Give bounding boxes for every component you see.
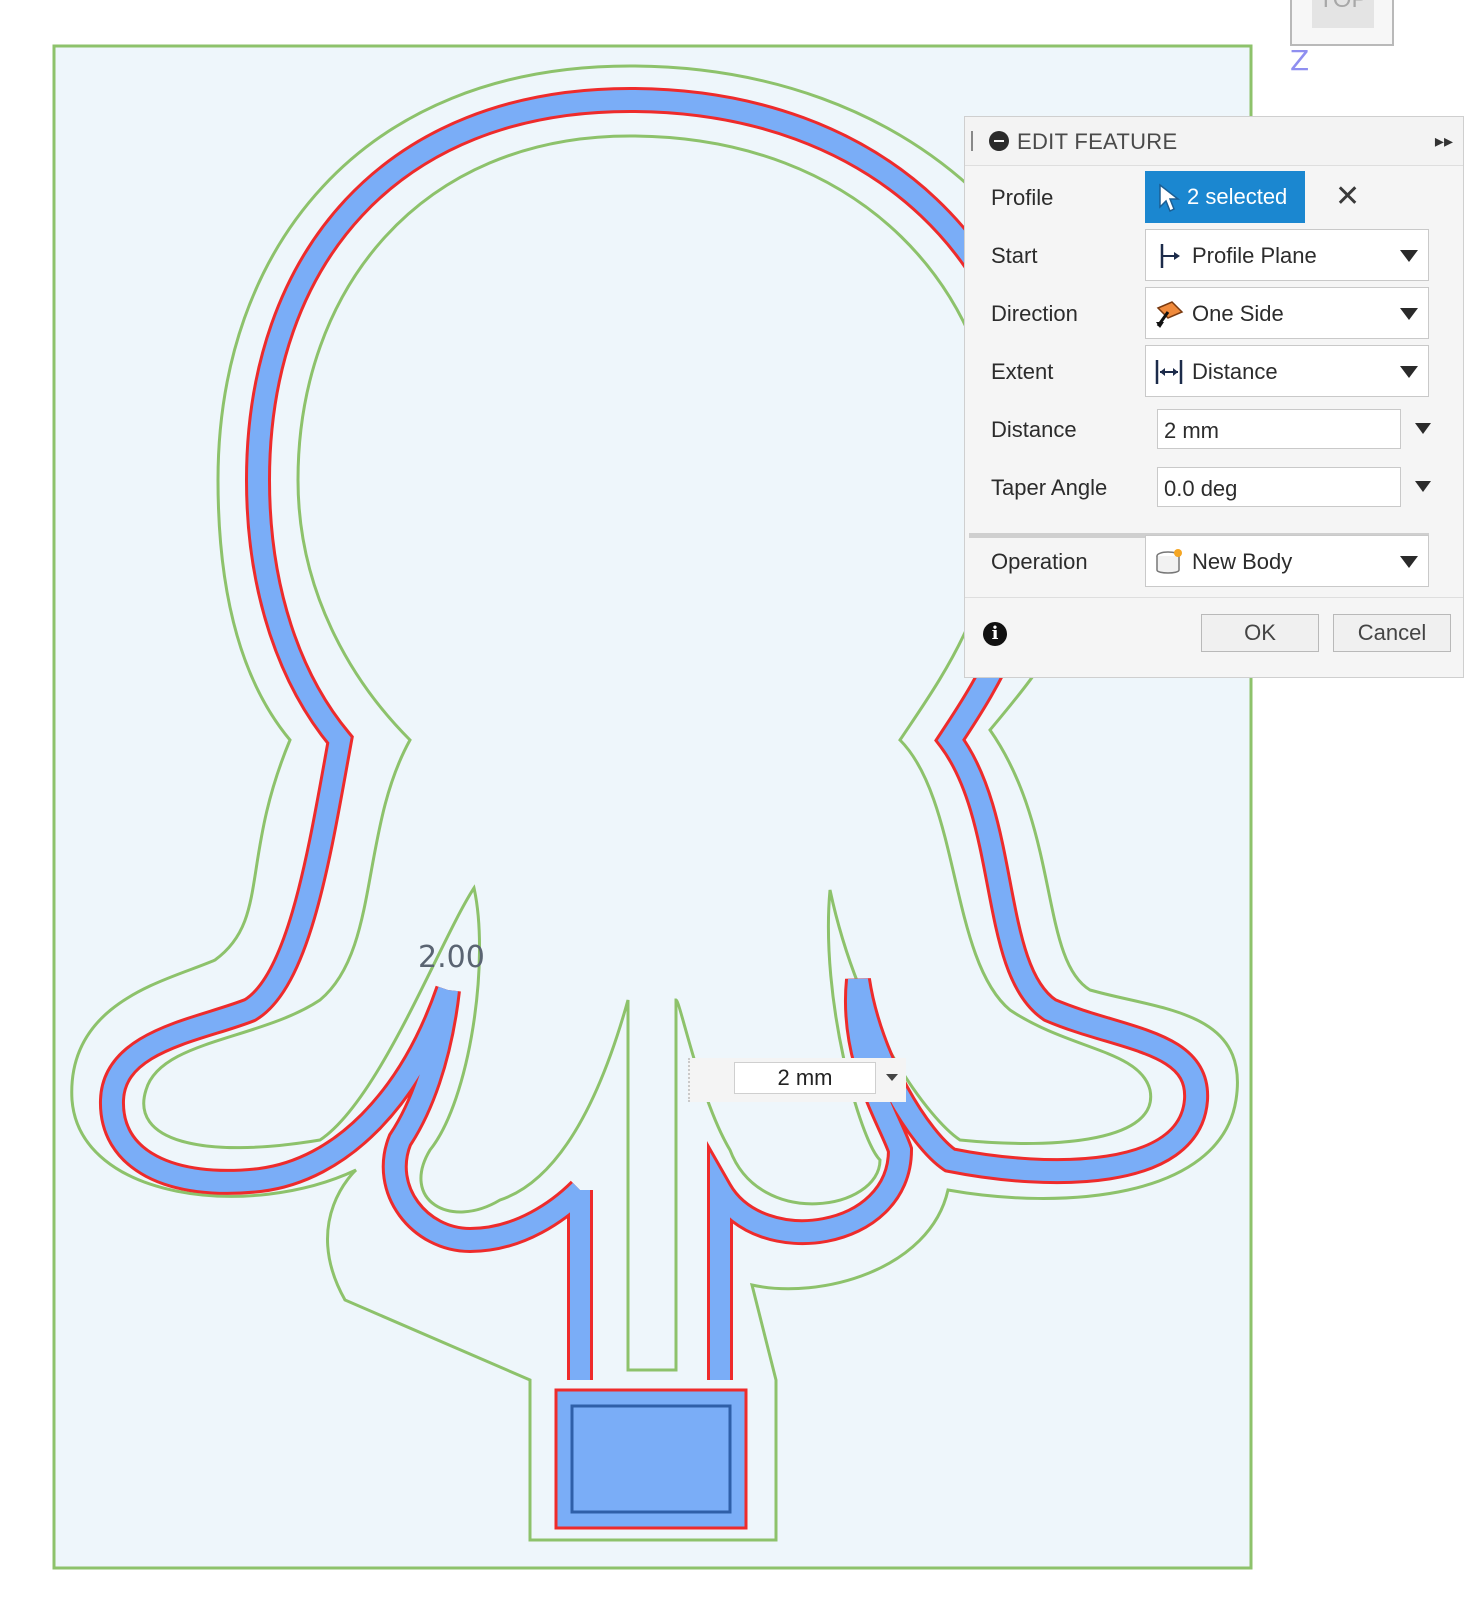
dialog-header[interactable]: EDIT FEATURE ▸▸ xyxy=(965,117,1463,166)
base-block-profile[interactable] xyxy=(554,1388,748,1530)
profile-selection-count: 2 selected xyxy=(1187,184,1288,209)
extent-row: Extent Distance xyxy=(965,345,1463,397)
chevron-down-icon xyxy=(1400,556,1418,568)
profile-selection-button[interactable]: 2 selected xyxy=(1145,171,1305,223)
chevron-down-icon xyxy=(1400,250,1418,262)
operation-label: Operation xyxy=(991,549,1088,574)
start-dropdown[interactable]: Profile Plane xyxy=(1145,229,1429,281)
distance-dropdown-icon[interactable] xyxy=(1415,423,1431,434)
inline-distance-dropdown-icon[interactable] xyxy=(886,1074,898,1081)
cancel-button[interactable]: Cancel xyxy=(1333,614,1451,652)
dialog-footer: i OK Cancel xyxy=(965,597,1463,680)
profile-row: Profile 2 selected ✕ xyxy=(965,171,1463,223)
taper-angle-label: Taper Angle xyxy=(991,475,1108,500)
direction-value: One Side xyxy=(1192,301,1284,326)
drag-grip-icon[interactable] xyxy=(971,131,976,151)
operation-value: New Body xyxy=(1192,549,1293,574)
distance-row: Distance 2 mm xyxy=(965,403,1463,455)
distance-value: 2 mm xyxy=(1164,418,1219,443)
chevron-down-icon xyxy=(1400,366,1418,378)
taper-angle-row: Taper Angle 0.0 deg xyxy=(965,461,1463,513)
z-axis-label: Z xyxy=(1290,44,1310,77)
operation-dropdown[interactable]: New Body xyxy=(1145,535,1429,587)
info-icon[interactable]: i xyxy=(983,622,1007,646)
ok-button[interactable]: OK xyxy=(1201,614,1319,652)
direction-label: Direction xyxy=(991,301,1078,326)
collapse-icon[interactable] xyxy=(989,131,1009,151)
taper-angle-value: 0.0 deg xyxy=(1164,476,1238,501)
direction-row: Direction One Side xyxy=(965,287,1463,339)
start-value: Profile Plane xyxy=(1192,243,1317,268)
dialog-title: EDIT FEATURE xyxy=(1017,129,1178,154)
extent-value: Distance xyxy=(1192,359,1278,384)
new-body-icon xyxy=(1156,549,1182,574)
view-cube[interactable]: TOP xyxy=(1290,0,1394,46)
extent-label: Extent xyxy=(991,359,1054,384)
start-row: Start Profile Plane xyxy=(965,229,1463,281)
distance-input[interactable]: 2 mm xyxy=(1157,409,1401,449)
distance-icon xyxy=(1155,360,1183,384)
one-side-icon xyxy=(1156,301,1184,328)
dimension-label: 2.00 xyxy=(418,940,485,975)
taper-angle-input[interactable]: 0.0 deg xyxy=(1157,467,1401,507)
direction-dropdown[interactable]: One Side xyxy=(1145,287,1429,339)
start-label: Start xyxy=(991,243,1038,268)
chevron-down-icon xyxy=(1400,308,1418,320)
cursor-arrow-icon xyxy=(1159,183,1181,213)
expand-panel-icon[interactable]: ▸▸ xyxy=(1435,131,1453,152)
taper-angle-dropdown-icon[interactable] xyxy=(1415,481,1431,492)
distance-label: Distance xyxy=(991,417,1077,442)
edit-feature-dialog: EDIT FEATURE ▸▸ Profile 2 selected ✕ Sta… xyxy=(964,116,1464,678)
clear-selection-icon[interactable]: ✕ xyxy=(1335,179,1360,214)
inline-distance-manipulator[interactable]: 2 mm xyxy=(688,1058,906,1102)
inline-distance-input[interactable]: 2 mm xyxy=(734,1062,876,1094)
profile-label: Profile xyxy=(991,185,1054,210)
view-cube-top-face[interactable]: TOP xyxy=(1312,0,1374,28)
operation-row: Operation New Body xyxy=(965,535,1463,587)
profile-plane-icon xyxy=(1160,244,1180,268)
extent-dropdown[interactable]: Distance xyxy=(1145,345,1429,397)
